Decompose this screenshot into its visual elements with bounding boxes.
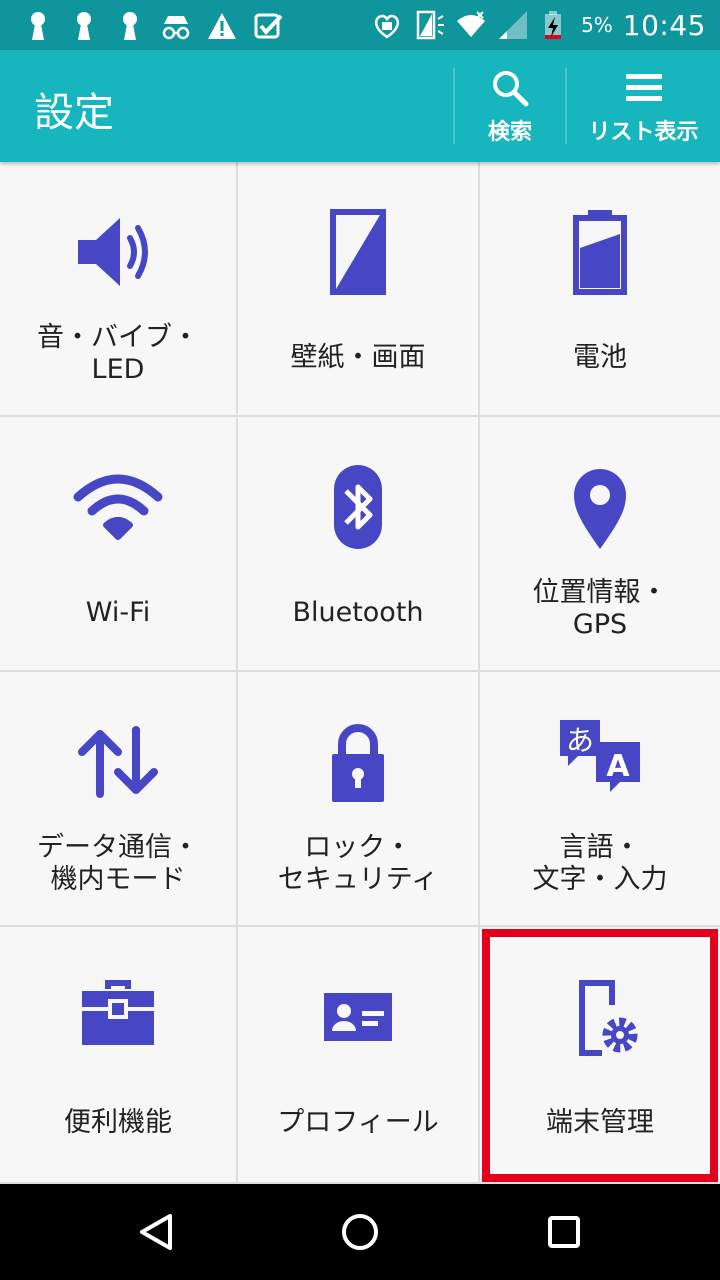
- tile-data-airplane[interactable]: データ通信・ 機内モード: [0, 672, 238, 927]
- tile-label: Bluetooth: [292, 597, 424, 628]
- heart-face-icon: [374, 14, 400, 39]
- incognito-icon: [162, 16, 190, 40]
- device-settings-icon: [579, 980, 638, 1056]
- home-icon: [342, 1214, 378, 1250]
- tile-label: 端末管理: [546, 1107, 654, 1138]
- back-icon: [140, 1214, 172, 1250]
- tile-label: 音・バイブ・ LED: [37, 322, 199, 385]
- volume-icon: [78, 218, 148, 286]
- navigation-bar: [0, 1184, 720, 1280]
- screen-rotate-icon: [416, 10, 445, 40]
- check-app-icon: [254, 13, 283, 39]
- svg-text:あ: あ: [566, 724, 594, 757]
- location-pin-icon: [574, 469, 626, 549]
- signal-icon: [499, 11, 528, 39]
- status-right-icons: 5% 10:45: [371, 6, 706, 44]
- tile-label: プロフィール: [277, 1107, 439, 1138]
- search-button[interactable]: 検索: [455, 50, 565, 162]
- wifi-icon: [457, 11, 486, 37]
- settings-grid: 音・バイブ・ LED 壁紙・画面 電池 Wi-Fi Bluetooth 位置情報…: [0, 162, 720, 1184]
- tile-device-management[interactable]: 端末管理: [480, 927, 720, 1184]
- keyhole-icon: [31, 12, 45, 40]
- keyhole-icon: [123, 12, 137, 40]
- tile-label: 壁紙・画面: [290, 342, 426, 373]
- menu-icon: [625, 74, 662, 101]
- tile-sound[interactable]: 音・バイブ・ LED: [0, 162, 238, 417]
- wifi-icon: [73, 474, 163, 540]
- wallpaper-icon: [330, 209, 386, 295]
- svg-text:A: A: [606, 749, 630, 784]
- data-transfer-icon: [78, 726, 158, 798]
- search-icon: [493, 71, 529, 107]
- tile-label: 位置情報・ GPS: [532, 577, 668, 640]
- clock: 10:45: [622, 8, 706, 42]
- tile-lock-security[interactable]: ロック・ セキュリティ: [238, 672, 480, 927]
- recents-button[interactable]: [534, 1202, 594, 1262]
- status-left-icons: [22, 8, 284, 44]
- tile-label: ロック・ セキュリティ: [277, 832, 439, 895]
- profile-card-icon: [324, 993, 392, 1041]
- list-view-button[interactable]: リスト表示: [567, 50, 720, 162]
- lock-icon: [332, 724, 384, 802]
- app-bar: 設定 検索 リスト表示: [0, 50, 720, 162]
- toolbox-icon: [82, 980, 154, 1045]
- tile-label: 便利機能: [64, 1107, 172, 1138]
- home-button[interactable]: [330, 1202, 390, 1262]
- tile-location[interactable]: 位置情報・ GPS: [480, 417, 720, 672]
- tile-label: データ通信・ 機内モード: [37, 832, 199, 895]
- back-button[interactable]: [126, 1202, 186, 1262]
- battery-charging-icon: [545, 11, 562, 39]
- battery-percent: 5%: [581, 13, 613, 37]
- tile-wallpaper-display[interactable]: 壁紙・画面: [238, 162, 480, 417]
- tile-bluetooth[interactable]: Bluetooth: [238, 417, 480, 672]
- tile-wifi[interactable]: Wi-Fi: [0, 417, 238, 672]
- page-title: 設定: [34, 90, 114, 136]
- list-view-label: リスト表示: [588, 120, 699, 145]
- keyhole-icon: [77, 12, 91, 40]
- bluetooth-icon: [334, 465, 382, 549]
- tile-label: Wi-Fi: [85, 597, 151, 628]
- warning-icon: [208, 13, 236, 39]
- battery-icon: [573, 210, 627, 295]
- recents-icon: [548, 1216, 580, 1248]
- tile-convenient-functions[interactable]: 便利機能: [0, 927, 238, 1184]
- tile-label: 言語・ 文字・入力: [532, 832, 668, 895]
- tile-profile[interactable]: プロフィール: [238, 927, 480, 1184]
- tile-battery[interactable]: 電池: [480, 162, 720, 417]
- status-bar: 5% 10:45: [0, 0, 720, 50]
- search-label: 検索: [487, 120, 532, 145]
- tile-label: 電池: [573, 342, 627, 373]
- translate-icon: あA: [560, 720, 640, 792]
- tile-language-input[interactable]: あA 言語・ 文字・入力: [480, 672, 720, 927]
